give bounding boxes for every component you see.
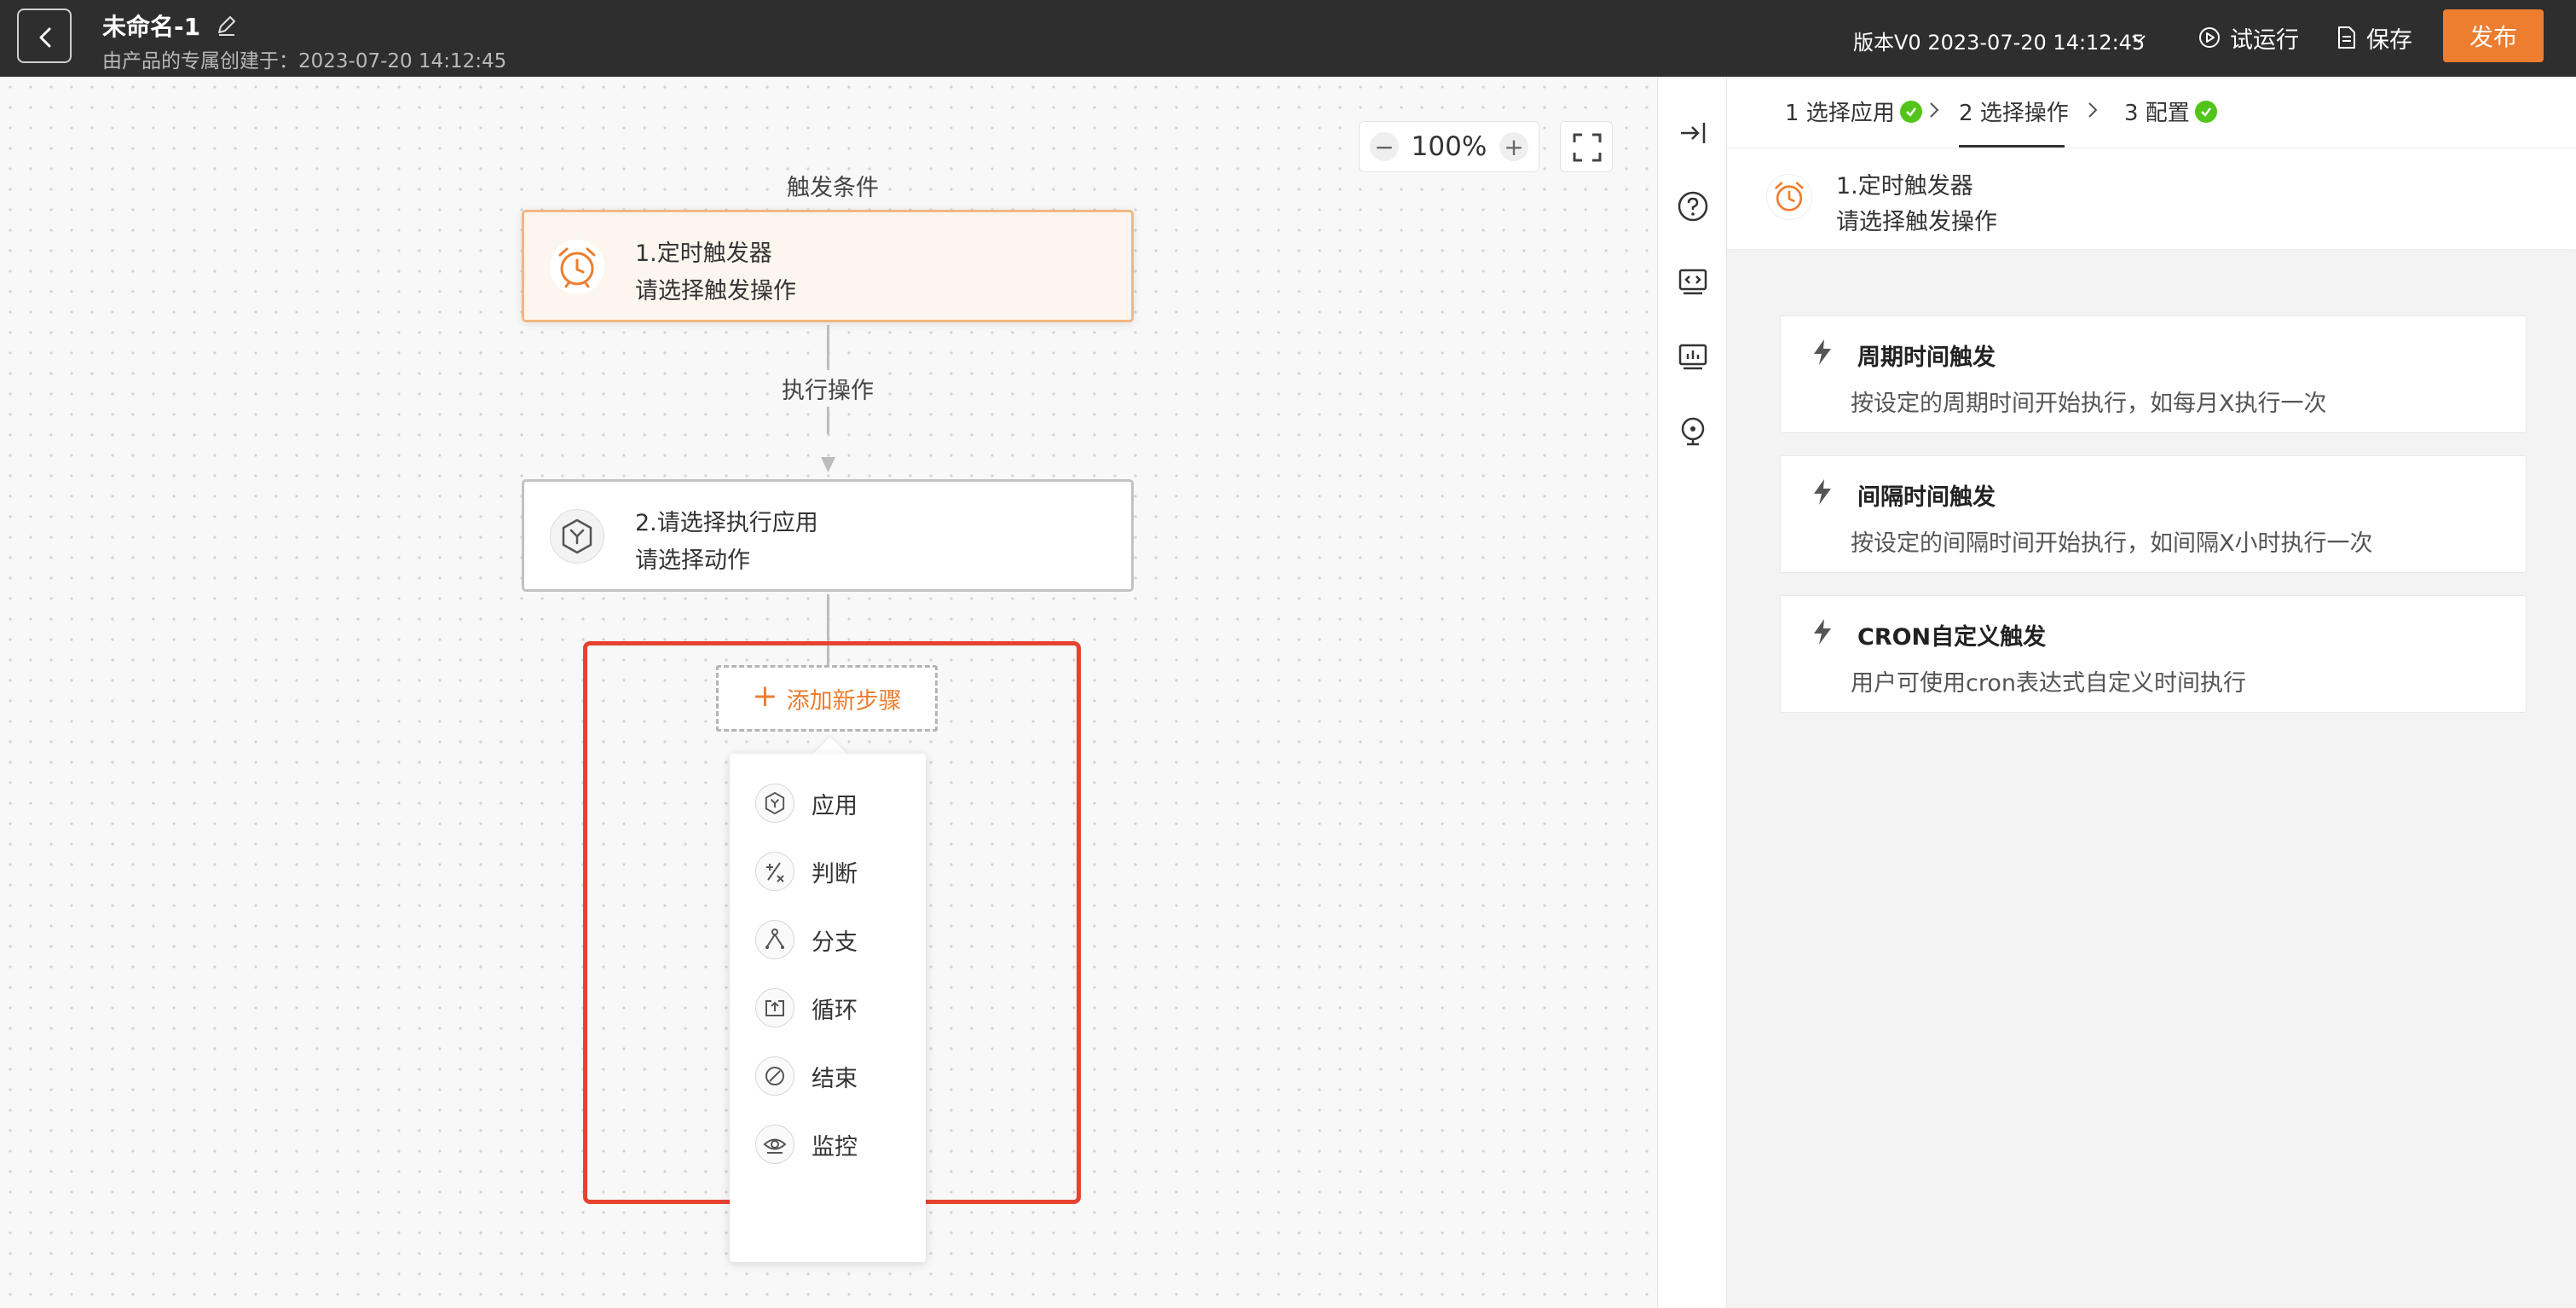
menu-item-label: 监控 bbox=[811, 1133, 858, 1160]
action-section-label: 执行操作 bbox=[777, 370, 879, 407]
lightning-icon bbox=[1814, 339, 1831, 365]
menu-item-label: 循环 bbox=[811, 997, 858, 1024]
debug-button[interactable] bbox=[1674, 413, 1712, 450]
test-run-button[interactable]: 试运行 bbox=[2198, 19, 2299, 56]
option-title: 周期时间触发 bbox=[1857, 344, 1996, 371]
menu-item-condition[interactable]: 判断 bbox=[755, 851, 858, 892]
step-tab-select-app[interactable]: 1 选择应用 bbox=[1785, 95, 1922, 127]
option-title: 间隔时间触发 bbox=[1857, 484, 1996, 511]
branch-icon bbox=[765, 929, 784, 949]
node-title: 1.定时触发器 bbox=[635, 240, 772, 267]
help-circle-icon bbox=[1678, 191, 1708, 222]
edit-icon[interactable] bbox=[215, 14, 239, 38]
chart-monitor-icon bbox=[1678, 344, 1707, 370]
chevron-down-icon[interactable] bbox=[2129, 29, 2148, 48]
menu-item-label: 应用 bbox=[811, 792, 858, 819]
check-circle-icon bbox=[2194, 100, 2217, 123]
lightning-icon bbox=[1814, 619, 1831, 645]
zoom-control: − 100% + bbox=[1359, 121, 1539, 172]
fullscreen-icon bbox=[1573, 133, 1602, 162]
log-button[interactable] bbox=[1674, 338, 1712, 375]
step-tab-select-action[interactable]: 2 选择操作 bbox=[1959, 95, 2069, 127]
add-step-menu: 应用 判断 分支 循环 结束 监控 bbox=[730, 754, 926, 1262]
lightning-icon bbox=[1814, 479, 1831, 505]
code-icon bbox=[1678, 269, 1707, 295]
option-interval-trigger[interactable]: 间隔时间触发 按设定的间隔时间开始执行，如间隔X小时执行一次 bbox=[1780, 455, 2527, 573]
option-cron-trigger[interactable]: CRON自定义触发 用户可使用cron表达式自定义时间执行 bbox=[1780, 595, 2527, 713]
connector-arrow bbox=[821, 457, 835, 472]
zoom-level: 100% bbox=[1411, 131, 1487, 162]
back-button[interactable] bbox=[17, 9, 72, 63]
node-subtitle: 请选择动作 bbox=[635, 547, 750, 574]
end-icon bbox=[765, 1067, 784, 1085]
code-button[interactable] bbox=[1674, 263, 1712, 300]
action-node[interactable]: 2.请选择执行应用 请选择动作 bbox=[522, 479, 1134, 592]
add-step-button[interactable]: + 添加新步骤 bbox=[716, 665, 938, 732]
version-selector[interactable]: 版本V0 2023-07-20 14:12:45 bbox=[1853, 26, 2145, 55]
step-tab-config[interactable]: 3 配置 bbox=[2124, 95, 2217, 127]
menu-item-label: 分支 bbox=[811, 929, 858, 956]
trigger-subtitle: 请选择触发操作 bbox=[1836, 209, 1997, 235]
condition-icon bbox=[766, 862, 784, 883]
step-label: 1 选择应用 bbox=[1785, 101, 1895, 126]
node-subtitle: 请选择触发操作 bbox=[635, 278, 796, 304]
save-label: 保存 bbox=[2366, 26, 2412, 54]
menu-item-label: 结束 bbox=[811, 1065, 858, 1092]
menu-item-loop[interactable]: 循环 bbox=[755, 987, 858, 1028]
chevron-right-icon bbox=[2088, 102, 2098, 118]
node-title: 2.请选择执行应用 bbox=[635, 510, 818, 536]
trigger-section-label: 触发条件 bbox=[787, 175, 879, 201]
loop-icon bbox=[765, 1000, 784, 1016]
save-button[interactable]: 保存 bbox=[2336, 19, 2412, 56]
alarm-clock-icon bbox=[1775, 182, 1804, 211]
test-run-label: 试运行 bbox=[2230, 26, 2299, 54]
step-label: 3 配置 bbox=[2124, 101, 2190, 126]
step-label: 2 选择操作 bbox=[1959, 101, 2069, 126]
publish-button[interactable]: 发布 bbox=[2443, 9, 2544, 62]
option-title: CRON自定义触发 bbox=[1857, 624, 2047, 651]
play-circle-icon bbox=[2199, 27, 2220, 48]
option-desc: 按设定的周期时间开始执行，如每月X执行一次 bbox=[1851, 391, 2327, 417]
fullscreen-button[interactable] bbox=[1560, 121, 1613, 172]
menu-item-end[interactable]: 结束 bbox=[755, 1056, 858, 1097]
option-desc: 用户可使用cron表达式自定义时间执行 bbox=[1851, 670, 2246, 697]
trigger-node[interactable]: 1.定时触发器 请选择触发操作 bbox=[522, 210, 1134, 322]
option-desc: 按设定的间隔时间开始执行，如间隔X小时执行一次 bbox=[1851, 530, 2373, 557]
step-tabs: 1 选择应用 2 选择操作 3 配置 bbox=[1727, 77, 2576, 148]
location-pin-icon bbox=[1681, 417, 1705, 446]
check-circle-icon bbox=[1899, 100, 1922, 123]
chevron-right-icon bbox=[1930, 102, 1939, 118]
flow-canvas[interactable]: − 100% + 触发条件 1.定时触发器 请选择触发操作 执行操作 2.请选择… bbox=[0, 77, 1657, 1308]
alarm-clock-icon bbox=[558, 247, 596, 288]
menu-item-label: 判断 bbox=[811, 860, 858, 888]
menu-item-monitor[interactable]: 监控 bbox=[755, 1124, 858, 1165]
help-button[interactable] bbox=[1674, 188, 1712, 225]
plus-icon: + bbox=[752, 679, 778, 714]
node-icon bbox=[550, 240, 604, 294]
zoom-in-button[interactable]: + bbox=[1499, 132, 1528, 161]
app-hex-icon bbox=[562, 518, 592, 554]
zoom-out-button[interactable]: − bbox=[1370, 132, 1399, 161]
option-periodic-trigger[interactable]: 周期时间触发 按设定的周期时间开始执行，如每月X执行一次 bbox=[1780, 315, 2527, 433]
top-bar: 未命名-1 由产品的专属创建于：2023-07-20 14:12:45 版本V0… bbox=[0, 0, 2576, 77]
trigger-title: 1.定时触发器 bbox=[1836, 173, 1973, 200]
active-tab-indicator bbox=[1959, 145, 2065, 148]
document-icon bbox=[2338, 26, 2355, 49]
menu-item-branch[interactable]: 分支 bbox=[755, 919, 858, 960]
created-info: 由产品的专属创建于：2023-07-20 14:12:45 bbox=[102, 50, 507, 72]
config-panel: 1 选择应用 2 选择操作 3 配置 1.定时触发器 请选择触发操作 周期时间触… bbox=[1727, 77, 2576, 1308]
add-step-label: 添加新步骤 bbox=[786, 687, 902, 715]
eye-icon bbox=[763, 1138, 787, 1154]
menu-item-app[interactable]: 应用 bbox=[755, 783, 858, 824]
collapse-right-icon bbox=[1681, 123, 1706, 143]
side-toolbar bbox=[1657, 77, 1727, 1308]
app-hex-icon bbox=[765, 791, 785, 815]
collapse-panel-button[interactable] bbox=[1674, 114, 1712, 152]
selected-trigger-header: 1.定时触发器 请选择触发操作 bbox=[1727, 148, 2576, 249]
workflow-title: 未命名-1 bbox=[102, 13, 201, 41]
node-icon bbox=[550, 509, 604, 564]
chevron-left-icon bbox=[39, 27, 51, 48]
